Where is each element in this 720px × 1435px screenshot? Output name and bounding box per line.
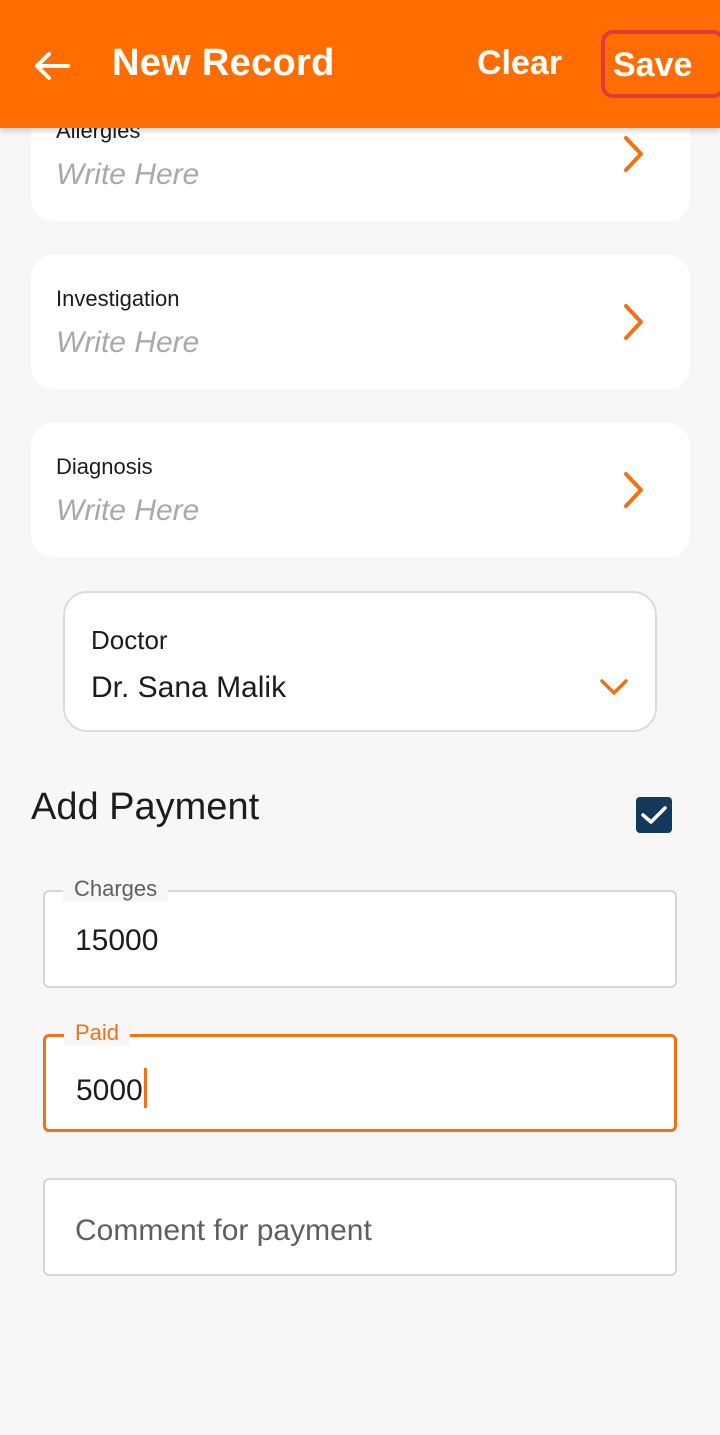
save-button[interactable]: Save [601,30,720,98]
chevron-right-icon [624,472,643,508]
chevron-right-icon [624,304,643,340]
payment-comment-placeholder: Comment for payment [75,1214,372,1247]
diagnosis-card[interactable]: Diagnosis Write Here [31,423,690,557]
page-title: New Record [112,42,335,84]
paid-value: 5000 [76,1074,143,1107]
doctor-value: Dr. Sana Malik [91,671,287,704]
chevron-right-icon [624,136,643,172]
card-placeholder: Write Here [56,494,200,527]
text-caret [143,1068,147,1108]
add-payment-checkbox[interactable] [636,797,672,833]
card-label: Diagnosis [56,454,153,479]
chevron-down-icon [600,679,628,695]
charges-value: 15000 [75,924,159,957]
paid-value-wrap: 5000 [76,1068,147,1108]
paid-field[interactable]: Paid 5000 [43,1020,677,1132]
card-placeholder: Write Here [56,158,200,191]
charges-field[interactable]: Charges 15000 [43,876,677,988]
arrow-left-icon [35,52,70,80]
payment-comment-field[interactable]: Comment for payment [43,1178,677,1276]
card-label: Investigation [56,286,180,311]
card-placeholder: Write Here [56,326,200,359]
charges-label: Charges [63,876,169,902]
add-payment-heading: Add Payment [31,786,260,828]
paid-label: Paid [64,1020,131,1046]
checkmark-icon [641,806,667,824]
doctor-label: Doctor [91,625,168,655]
doctor-dropdown[interactable]: Doctor Dr. Sana Malik [63,591,657,732]
clear-button[interactable]: Clear [477,44,562,83]
app-bar: New Record Clear Save [0,0,720,128]
investigation-card[interactable]: Investigation Write Here [31,255,690,389]
back-button[interactable] [22,36,82,96]
